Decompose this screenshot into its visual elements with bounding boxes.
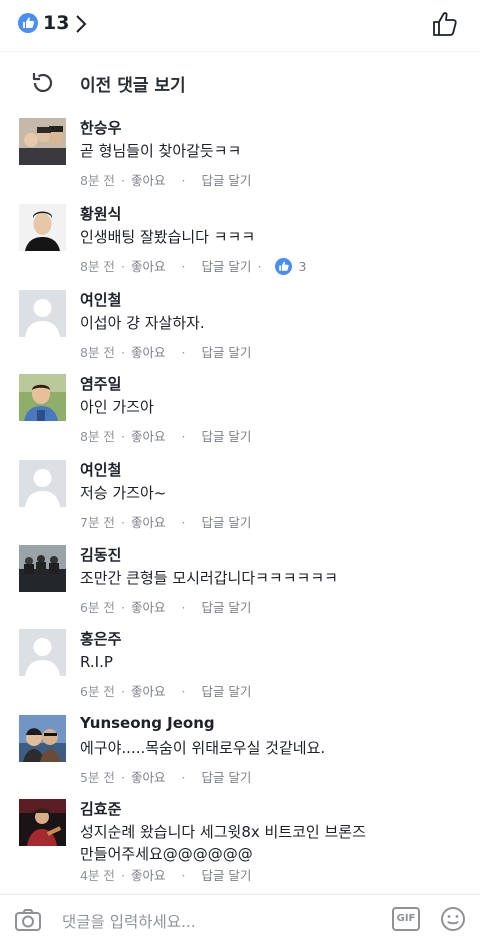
comment-text: 곧 형님들이 찾아갈듯ㅋㅋ bbox=[80, 142, 242, 160]
comment-item: Yunseong Jeong 에구야.....목숨이 위태로우실 것같네요. 5… bbox=[0, 714, 480, 800]
comment-author[interactable]: 황원식 bbox=[80, 203, 121, 224]
comment-author[interactable]: 한승우 bbox=[80, 117, 121, 138]
comment-meta: 7분 전 · 좋아요 · 답글 달기 bbox=[80, 515, 252, 530]
comment-meta: 8분 전 · 좋아요 · 답글 달기 · 3 bbox=[80, 258, 307, 275]
like-badge-icon bbox=[18, 13, 38, 33]
comment-time: 4분 전 bbox=[80, 868, 115, 883]
like-action[interactable]: 좋아요 bbox=[131, 600, 166, 615]
like-count: 13 bbox=[43, 12, 70, 34]
reactions-header[interactable]: 13 bbox=[0, 0, 480, 52]
comment-text: 아인 가즈아 bbox=[80, 398, 154, 416]
avatar[interactable] bbox=[19, 204, 66, 251]
comment-author[interactable]: 김동진 bbox=[80, 544, 121, 565]
comment-time: 6분 전 bbox=[80, 684, 115, 699]
avatar[interactable] bbox=[19, 545, 66, 592]
avatar-default[interactable] bbox=[19, 460, 66, 507]
like-action[interactable]: 좋아요 bbox=[131, 345, 166, 360]
comment-author[interactable]: Yunseong Jeong bbox=[80, 714, 215, 732]
avatar-default[interactable] bbox=[19, 629, 66, 676]
chevron-right-icon[interactable] bbox=[74, 13, 88, 35]
reply-action[interactable]: 답글 달기 bbox=[201, 770, 251, 785]
reply-action[interactable]: 답글 달기 bbox=[201, 429, 251, 444]
comment-author[interactable]: 김효준 bbox=[80, 798, 121, 819]
reply-action[interactable]: 답글 달기 bbox=[201, 684, 251, 699]
avatar-default[interactable] bbox=[19, 290, 66, 337]
comment-meta: 4분 전 · 좋아요 · 답글 달기 bbox=[80, 868, 252, 883]
emoji-icon[interactable] bbox=[440, 906, 466, 932]
comment-time: 8분 전 bbox=[80, 259, 115, 274]
comment-author[interactable]: 염주일 bbox=[80, 373, 121, 394]
comment-meta: 5분 전 · 좋아요 · 답글 달기 bbox=[80, 770, 252, 785]
reply-action[interactable]: 답글 달기 bbox=[201, 600, 251, 615]
like-action[interactable]: 좋아요 bbox=[131, 868, 166, 883]
comment-item: 김동진 조만간 큰형들 모시러갑니다ㅋㅋㅋㅋㅋㅋ 6분 전 · 좋아요 · 답글 달기 bbox=[0, 545, 480, 630]
comment-item: 황원식 인생배팅 잘봤습니다 ㅋㅋㅋ 8분 전 · 좋아요 · 답글 달기 · 3 bbox=[0, 204, 480, 289]
like-action[interactable]: 좋아요 bbox=[131, 429, 166, 444]
avatar[interactable] bbox=[19, 374, 66, 421]
reaction-count[interactable]: 3 bbox=[298, 259, 306, 274]
like-action[interactable]: 좋아요 bbox=[131, 684, 166, 699]
reply-action[interactable]: 답글 달기 bbox=[201, 345, 251, 360]
comment-text: 성지순례 왔습니다 세그윗8x 비트코인 브론즈 만들어주세요@@@@@@ bbox=[80, 823, 366, 863]
comment-meta: 6분 전 · 좋아요 · 답글 달기 bbox=[80, 600, 252, 615]
gif-icon[interactable]: GIF bbox=[392, 907, 420, 931]
comment-text: R.I.P bbox=[80, 653, 113, 671]
comment-time: 8분 전 bbox=[80, 429, 115, 444]
comment-meta: 8분 전 · 좋아요 · 답글 달기 bbox=[80, 345, 252, 360]
refresh-icon bbox=[28, 68, 56, 96]
comment-item: 여인철 저승 가즈아~ 7분 전 · 좋아요 · 답글 달기 bbox=[0, 460, 480, 545]
comment-time: 5분 전 bbox=[80, 770, 115, 785]
comment-time: 6분 전 bbox=[80, 600, 115, 615]
comment-text: 저승 가즈아~ bbox=[80, 484, 167, 502]
like-action[interactable]: 좋아요 bbox=[131, 770, 166, 785]
reply-action[interactable]: 답글 달기 bbox=[201, 259, 251, 274]
view-previous-label: 이전 댓글 보기 bbox=[80, 76, 186, 96]
reply-action[interactable]: 답글 달기 bbox=[201, 868, 251, 883]
comment-author[interactable]: 여인철 bbox=[80, 459, 121, 480]
comment-item: 여인철 이섭아 걍 자살하자. 8분 전 · 좋아요 · 답글 달기 bbox=[0, 290, 480, 375]
comment-item: 김효준 성지순례 왔습니다 세그윗8x 비트코인 브론즈 만들어주세요@@@@@… bbox=[0, 799, 480, 891]
comment-text: 인생배팅 잘봤습니다 ㅋㅋㅋ bbox=[80, 228, 256, 246]
comment-author[interactable]: 여인철 bbox=[80, 289, 121, 310]
reply-action[interactable]: 답글 달기 bbox=[201, 515, 251, 530]
comment-text: 에구야.....목숨이 위태로우실 것같네요. bbox=[80, 739, 326, 757]
comment-meta: 8분 전 · 좋아요 · 답글 달기 bbox=[80, 429, 252, 444]
comment-time: 8분 전 bbox=[80, 345, 115, 360]
comment-author[interactable]: 홍은주 bbox=[80, 628, 121, 649]
comment-time: 7분 전 bbox=[80, 515, 115, 530]
thumbs-up-icon[interactable] bbox=[430, 9, 460, 39]
comment-text: 이섭아 걍 자살하자. bbox=[80, 314, 205, 332]
avatar[interactable] bbox=[19, 799, 66, 846]
comment-text: 조만간 큰형들 모시러갑니다ㅋㅋㅋㅋㅋㅋ bbox=[80, 569, 338, 587]
comment-composer: 댓글을 입력하세요... GIF bbox=[0, 894, 480, 944]
comment-item: 홍은주 R.I.P 6분 전 · 좋아요 · 답글 달기 bbox=[0, 629, 480, 714]
reaction-like-icon[interactable] bbox=[275, 258, 293, 275]
avatar[interactable] bbox=[19, 118, 66, 165]
like-action[interactable]: 좋아요 bbox=[131, 515, 166, 530]
comment-time: 8분 전 bbox=[80, 173, 115, 188]
like-action[interactable]: 좋아요 bbox=[131, 259, 166, 274]
reply-action[interactable]: 답글 달기 bbox=[201, 173, 251, 188]
avatar[interactable] bbox=[19, 715, 66, 762]
comment-item: 한승우 곧 형님들이 찾아갈듯ㅋㅋ 8분 전 · 좋아요 · 답글 달기 bbox=[0, 118, 480, 203]
view-previous-comments[interactable]: 이전 댓글 보기 bbox=[0, 62, 480, 102]
comment-meta: 6분 전 · 좋아요 · 답글 달기 bbox=[80, 684, 252, 699]
comment-input[interactable]: 댓글을 입력하세요... bbox=[62, 910, 196, 932]
comment-item: 염주일 아인 가즈아 8분 전 · 좋아요 · 답글 달기 bbox=[0, 374, 480, 459]
comment-meta: 8분 전 · 좋아요 · 답글 달기 bbox=[80, 173, 252, 188]
like-action[interactable]: 좋아요 bbox=[131, 173, 166, 188]
camera-icon[interactable] bbox=[14, 908, 42, 932]
